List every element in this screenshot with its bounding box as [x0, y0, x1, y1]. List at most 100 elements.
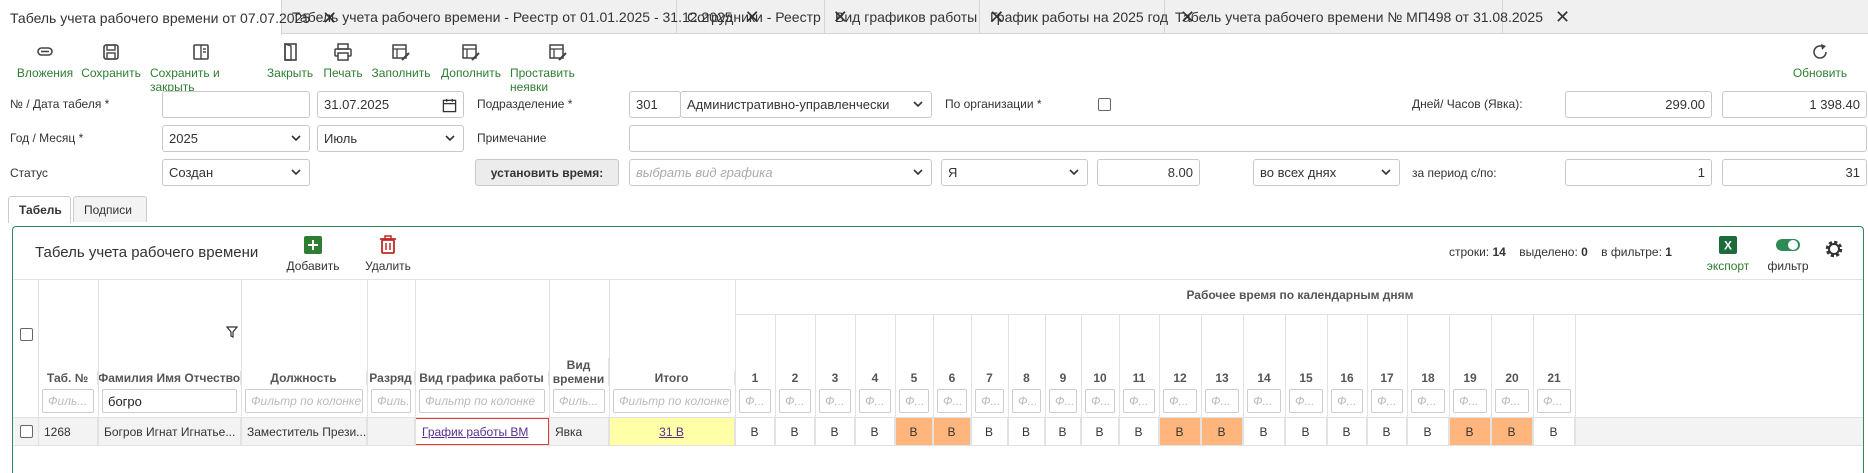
filter-tab-no[interactable]: Филь... [42, 389, 94, 413]
cell-day-1[interactable]: В [735, 418, 775, 445]
filter-day-15[interactable]: Ф... [1289, 389, 1323, 413]
row-checkbox[interactable] [20, 425, 33, 438]
year-select[interactable]: 2025 [162, 125, 310, 152]
close-button[interactable]: Закрыть [266, 36, 314, 80]
col-day-6[interactable]: 6 [933, 371, 971, 385]
note-input[interactable] [629, 125, 1867, 152]
tab-signatures[interactable]: Подписи [73, 196, 147, 222]
cell-day-11[interactable]: В [1119, 418, 1159, 445]
filter-day-14[interactable]: Ф... [1247, 389, 1281, 413]
filter-total[interactable]: Фильтр по колонке [613, 389, 731, 413]
filter-day-9[interactable]: Ф... [1049, 389, 1077, 413]
col-day-17[interactable]: 17 [1367, 371, 1407, 385]
cell-day-3[interactable]: В [815, 418, 855, 445]
filter-day-3[interactable]: Ф... [819, 389, 851, 413]
filter-day-18[interactable]: Ф... [1411, 389, 1445, 413]
cell-total[interactable]: 31 В [609, 418, 735, 445]
print-button[interactable]: Печать [322, 36, 364, 80]
col-schedule[interactable]: Вид графика работы [415, 371, 549, 385]
save-close-button[interactable]: Сохранить и закрыть [150, 36, 252, 94]
set-time-button[interactable]: установить время: [475, 159, 619, 186]
cell-day-18[interactable]: В [1407, 418, 1449, 445]
fill-button[interactable]: Заполнить [372, 36, 430, 80]
filter-icon[interactable] [226, 326, 238, 338]
total-link[interactable]: 31 В [659, 425, 684, 439]
col-tab-no[interactable]: Таб. № [38, 371, 98, 385]
filter-day-21[interactable]: Ф... [1537, 389, 1571, 413]
days-mode-select[interactable]: во всех днях [1253, 159, 1400, 186]
refresh-button[interactable]: Обновить [1792, 36, 1848, 80]
filter-day-7[interactable]: Ф... [975, 389, 1004, 413]
number-input[interactable] [162, 91, 310, 118]
time-kind-select[interactable]: Я [941, 159, 1088, 186]
doc-tab-1[interactable]: Табель учета рабочего времени от 07.07.2… [0, 0, 337, 35]
close-icon[interactable]: ✕ [1555, 8, 1570, 26]
filter-fio[interactable]: богро [102, 389, 237, 413]
period-from-input[interactable]: 1 [1565, 159, 1712, 186]
col-time-kind[interactable]: Вид времени [549, 358, 609, 386]
col-day-2[interactable]: 2 [775, 371, 815, 385]
calendar-icon[interactable] [442, 98, 457, 113]
filter-day-17[interactable]: Ф... [1371, 389, 1403, 413]
filter-day-1[interactable]: Ф... [739, 389, 771, 413]
cell-day-17[interactable]: В [1367, 418, 1407, 445]
cell-day-13[interactable]: В [1201, 418, 1243, 445]
col-day-19[interactable]: 19 [1449, 371, 1491, 385]
col-day-9[interactable]: 9 [1045, 371, 1081, 385]
doc-tab-5[interactable]: График работы на 2025 год ✕ [980, 0, 1195, 34]
doc-tab-6[interactable]: Табель учета рабочего времени № МП498 от… [1165, 0, 1570, 34]
doc-tab-3[interactable]: Сотрудники - Реестр ✕ [677, 0, 848, 34]
save-button[interactable]: Сохранить [81, 36, 141, 80]
col-day-7[interactable]: 7 [971, 371, 1008, 385]
absences-button[interactable]: Проставить неявки [510, 36, 606, 94]
delete-row-button[interactable]: Удалить [358, 235, 418, 273]
col-day-1[interactable]: 1 [735, 371, 775, 385]
col-day-20[interactable]: 20 [1491, 371, 1533, 385]
col-day-14[interactable]: 14 [1243, 371, 1285, 385]
cell-day-12[interactable]: В [1159, 418, 1201, 445]
gear-icon[interactable] [1823, 238, 1845, 260]
select-all-checkbox[interactable] [20, 328, 33, 341]
doc-tab-4[interactable]: Вид графиков работы ✕ [825, 0, 1004, 34]
cell-day-21[interactable]: В [1533, 418, 1575, 445]
filter-day-2[interactable]: Ф... [779, 389, 811, 413]
col-day-21[interactable]: 21 [1533, 371, 1575, 385]
cell-day-5[interactable]: В [895, 418, 933, 445]
col-day-8[interactable]: 8 [1008, 371, 1045, 385]
cell-schedule[interactable]: График работы ВМ [415, 418, 549, 445]
cell-day-10[interactable]: В [1081, 418, 1119, 445]
cell-day-4[interactable]: В [855, 418, 895, 445]
cell-day-7[interactable]: В [971, 418, 1008, 445]
col-day-15[interactable]: 15 [1285, 371, 1327, 385]
col-day-4[interactable]: 4 [855, 371, 895, 385]
col-day-3[interactable]: 3 [815, 371, 855, 385]
col-total[interactable]: Итого [609, 371, 735, 385]
col-day-5[interactable]: 5 [895, 371, 933, 385]
filter-day-10[interactable]: Ф... [1085, 389, 1115, 413]
filter-rank[interactable]: Филь... [371, 389, 411, 413]
filter-day-11[interactable]: Ф... [1123, 389, 1155, 413]
cell-day-6[interactable]: В [933, 418, 971, 445]
col-day-18[interactable]: 18 [1407, 371, 1449, 385]
append-button[interactable]: Дополнить [440, 36, 502, 80]
cell-day-9[interactable]: В [1045, 418, 1081, 445]
col-day-13[interactable]: 13 [1201, 371, 1243, 385]
tab-timesheet[interactable]: Табель [8, 196, 71, 223]
cell-day-19[interactable]: В [1449, 418, 1491, 445]
cell-day-2[interactable]: В [775, 418, 815, 445]
by-org-checkbox[interactable] [1098, 98, 1111, 111]
filter-day-6[interactable]: Ф... [937, 389, 967, 413]
filter-day-16[interactable]: Ф... [1331, 389, 1363, 413]
filter-time-kind[interactable]: Филь... [553, 389, 605, 413]
cell-day-16[interactable]: В [1327, 418, 1367, 445]
export-button[interactable]: X экспорт [1703, 235, 1753, 273]
col-day-10[interactable]: 10 [1081, 371, 1119, 385]
division-select[interactable]: Административно-управленчески [680, 91, 932, 118]
filter-day-13[interactable]: Ф... [1205, 389, 1239, 413]
schedule-link[interactable]: График работы ВМ [422, 425, 528, 439]
hours-input[interactable]: 8.00 [1097, 159, 1200, 186]
doc-tab-2[interactable]: Табель учета рабочего времени - Реестр о… [282, 0, 760, 34]
schedule-type-select[interactable]: выбрать вид графика [629, 159, 932, 186]
date-input[interactable]: 31.07.2025 [317, 91, 464, 118]
filter-position[interactable]: Фильтр по колонке [245, 389, 363, 413]
